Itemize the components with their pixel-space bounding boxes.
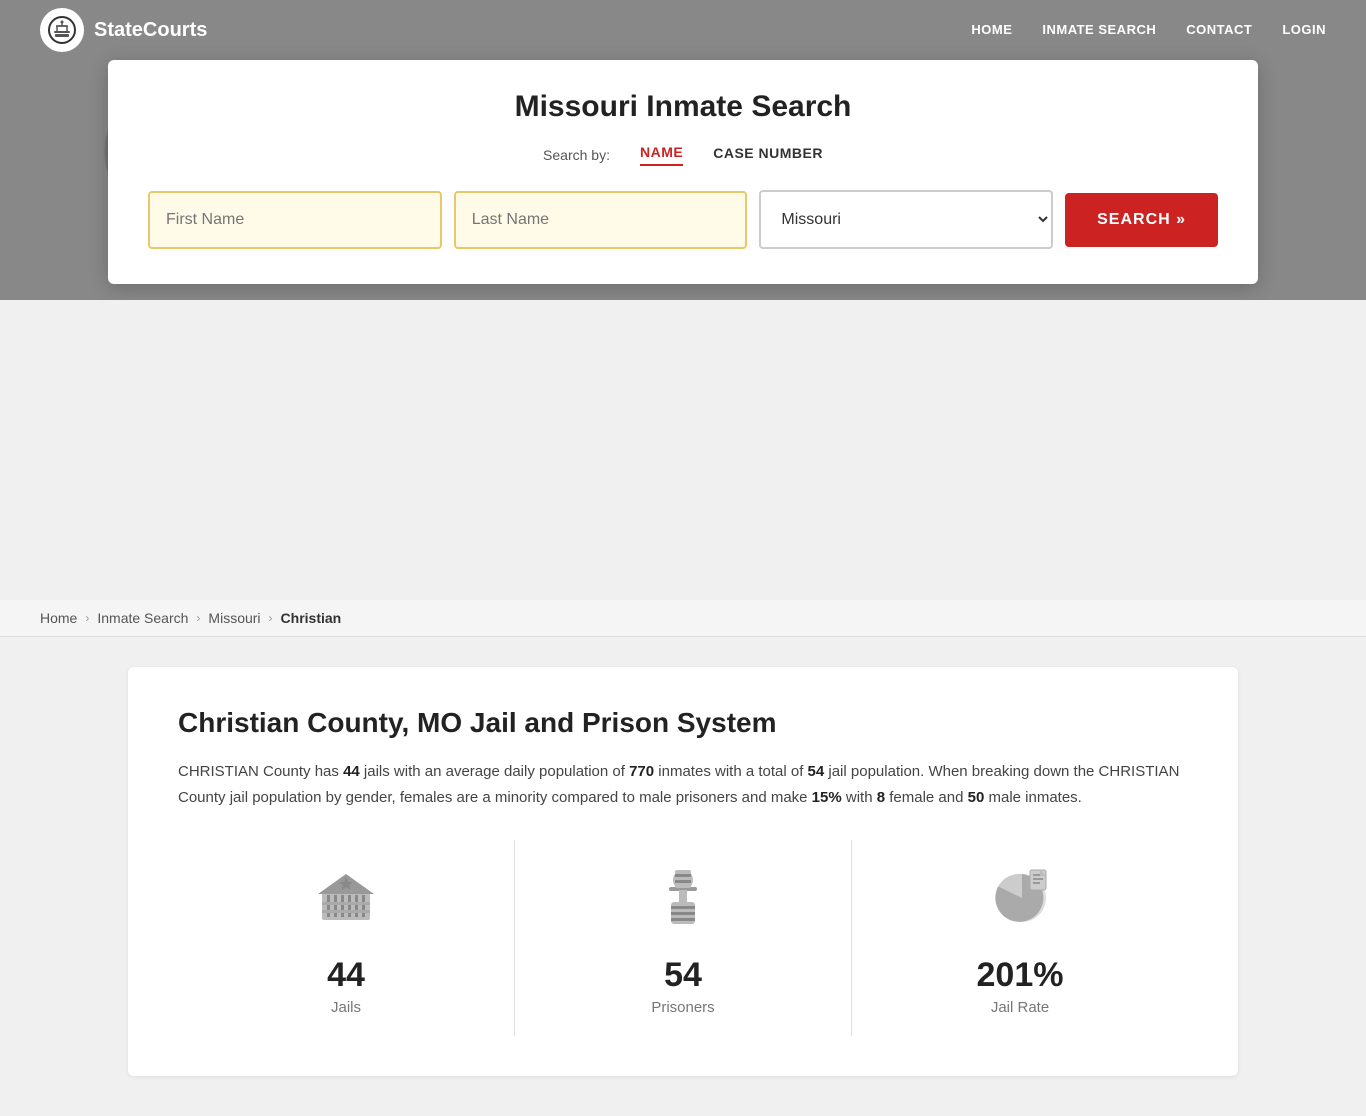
breadcrumb-sep-2: › (196, 611, 200, 625)
state-select[interactable]: Missouri AlabamaAlaskaArizonaArkansas Ca… (759, 190, 1053, 249)
jails-label: Jails (331, 999, 361, 1016)
search-tabs: Search by: NAME CASE NUMBER (148, 144, 1218, 166)
jails-count: 44 (327, 956, 365, 995)
logo-icon (40, 8, 84, 52)
jail-rate-label: Jail Rate (991, 999, 1049, 1016)
search-fields: Missouri AlabamaAlaskaArizonaArkansas Ca… (148, 190, 1218, 249)
jail-icon (310, 860, 382, 942)
nav-contact[interactable]: CONTACT (1186, 22, 1252, 37)
jail-rate-value: 201% (977, 956, 1064, 995)
logo-text: StateCourts (94, 19, 207, 42)
stat-jails: 44 Jails (178, 840, 515, 1036)
hero-section: COURTHOUSE StateCourts HOME INMATE SEARC… (0, 0, 1366, 300)
breadcrumb-sep-1: › (85, 611, 89, 625)
county-title: Christian County, MO Jail and Prison Sys… (178, 707, 1188, 739)
stats-row: 44 Jails (178, 840, 1188, 1036)
breadcrumb-sep-3: › (269, 611, 273, 625)
stat-jail-rate: 201% Jail Rate (852, 840, 1188, 1036)
content-card: Christian County, MO Jail and Prison Sys… (128, 667, 1238, 1076)
main-content: Christian County, MO Jail and Prison Sys… (108, 637, 1258, 1116)
prisoner-icon (647, 860, 719, 942)
search-by-label: Search by: (543, 147, 610, 163)
navbar: StateCourts HOME INMATE SEARCH CONTACT L… (0, 0, 1366, 60)
breadcrumb-home[interactable]: Home (40, 610, 77, 626)
stat-prisoners: 54 Prisoners (515, 840, 852, 1036)
first-name-input[interactable] (148, 191, 442, 249)
breadcrumb-inmate-search[interactable]: Inmate Search (97, 610, 188, 626)
breadcrumb-missouri[interactable]: Missouri (208, 610, 260, 626)
breadcrumb: Home › Inmate Search › Missouri › Christ… (0, 600, 1366, 637)
tab-case-number[interactable]: CASE NUMBER (713, 145, 823, 165)
nav-inmate-search[interactable]: INMATE SEARCH (1042, 22, 1156, 37)
nav-login[interactable]: LOGIN (1282, 22, 1326, 37)
prisoners-label: Prisoners (651, 999, 714, 1016)
chart-icon (984, 860, 1056, 942)
last-name-input[interactable] (454, 191, 748, 249)
search-card-title: Missouri Inmate Search (148, 90, 1218, 124)
logo-link[interactable]: StateCourts (40, 8, 207, 52)
nav-home[interactable]: HOME (971, 22, 1012, 37)
breadcrumb-current: Christian (281, 610, 342, 626)
tab-name[interactable]: NAME (640, 144, 683, 166)
search-button[interactable]: SEARCH » (1065, 193, 1218, 247)
county-description: CHRISTIAN County has 44 jails with an av… (178, 759, 1188, 810)
prisoners-count: 54 (664, 956, 702, 995)
search-card: Missouri Inmate Search Search by: NAME C… (108, 60, 1258, 284)
nav-links: HOME INMATE SEARCH CONTACT LOGIN (971, 21, 1326, 39)
